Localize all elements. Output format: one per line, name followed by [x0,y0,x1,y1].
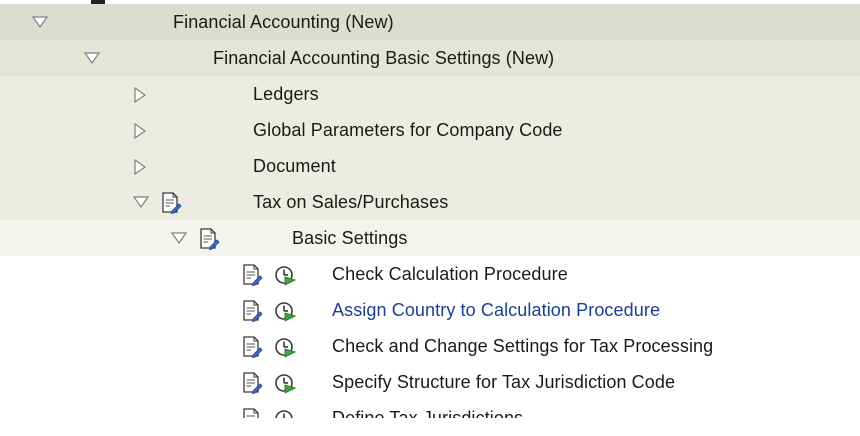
tree-node-label: Financial Accounting (New) [173,12,394,32]
execute-clock-icon[interactable] [274,264,297,286]
tree-node-label: Ledgers [253,84,319,104]
execute-clock-icon[interactable] [274,372,297,394]
document-icon[interactable] [241,300,263,323]
document-icon[interactable] [241,336,263,359]
tree-activity-check-calculation-procedure[interactable]: Check Calculation Procedure [0,256,860,292]
document-icon[interactable] [241,372,263,395]
tree-node-label: Basic Settings [292,228,408,248]
tree-node-ledgers[interactable]: Ledgers [0,76,860,113]
tree-activity-label: Specify Structure for Tax Jurisdiction C… [332,372,676,392]
tree-node-label: Tax on Sales/Purchases [253,192,449,212]
tree-node-financial-accounting-basic-settings[interactable]: Financial Accounting Basic Settings (New… [0,40,860,77]
triangle-down-icon[interactable] [167,220,191,256]
tree-activity-label: Check and Change Settings for Tax Proces… [332,336,714,356]
tree-activity-specify-structure[interactable]: Specify Structure for Tax Jurisdiction C… [0,364,860,400]
tree-node-tax-on-sales-purchases[interactable]: Tax on Sales/Purchases [0,184,860,221]
tree-node-document[interactable]: Document [0,148,860,185]
img-tree: Financial Accounting (New) Financial Acc… [0,0,860,436]
triangle-down-icon[interactable] [80,40,104,76]
document-icon[interactable] [198,228,220,251]
tree-activity-label: Assign Country to Calculation Procedure [332,300,661,320]
execute-clock-icon[interactable] [274,300,297,322]
tree-node-label: Global Parameters for Company Code [253,120,563,140]
tree-node-label: Document [253,156,336,176]
tree-activity-check-and-change-settings[interactable]: Check and Change Settings for Tax Proces… [0,328,860,364]
tree-node-label: Financial Accounting Basic Settings (New… [213,48,555,68]
tree-node-financial-accounting[interactable]: Financial Accounting (New) [0,4,860,41]
triangle-right-icon[interactable] [129,76,153,112]
document-icon[interactable] [241,264,263,287]
tree-node-basic-settings[interactable]: Basic Settings [0,220,860,257]
tree-activity-assign-country[interactable]: Assign Country to Calculation Procedure [0,292,860,328]
tree-node-global-parameters[interactable]: Global Parameters for Company Code [0,112,860,149]
bottom-crop-edge [0,418,860,434]
tree-activity-label: Check Calculation Procedure [332,264,568,284]
triangle-right-icon[interactable] [129,148,153,184]
triangle-down-icon[interactable] [28,4,52,40]
execute-clock-icon[interactable] [274,336,297,358]
document-icon[interactable] [160,192,182,215]
triangle-right-icon[interactable] [129,112,153,148]
triangle-down-icon[interactable] [129,184,153,220]
